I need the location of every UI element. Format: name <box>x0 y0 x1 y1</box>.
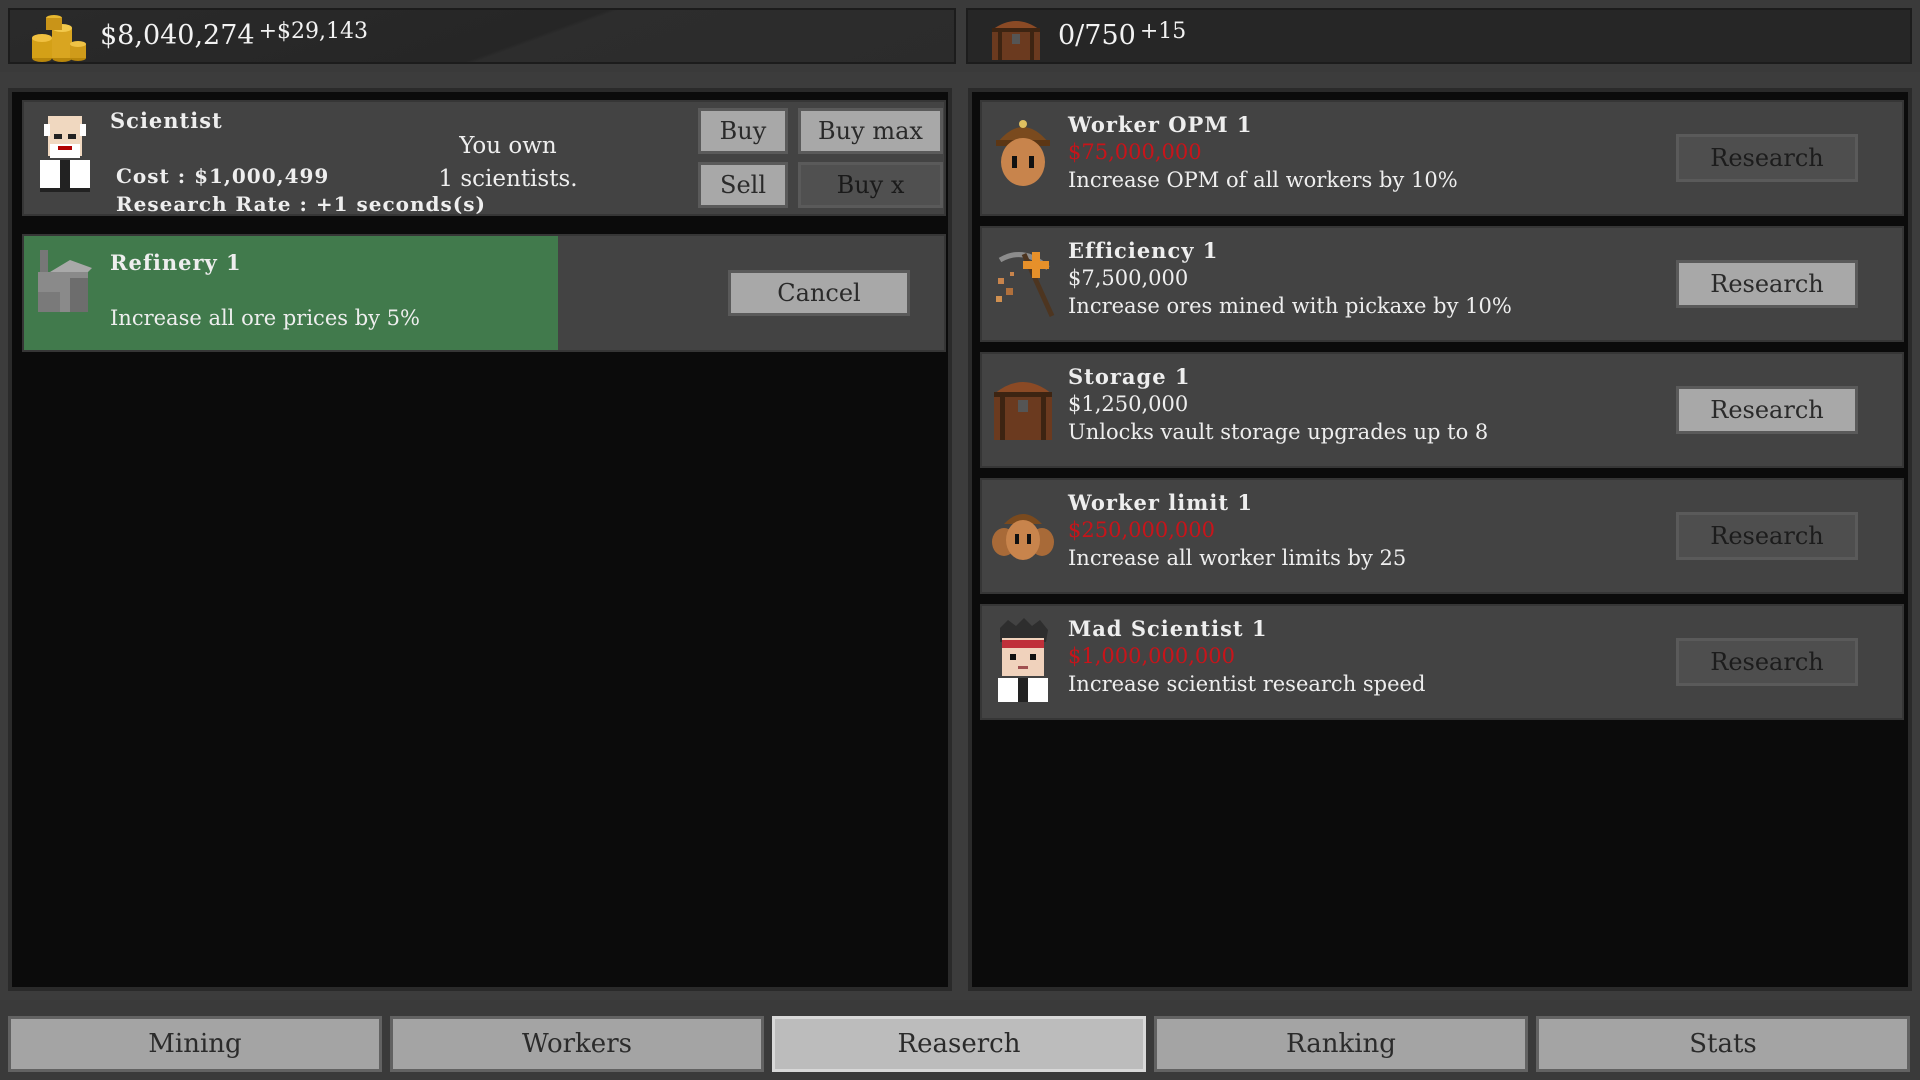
scientist-panel: Scientist Cost : $1,000,499 Research Rat… <box>8 88 952 991</box>
owned-line-1: You own <box>459 133 557 159</box>
research-description: Unlocks vault storage upgrades up to 8 <box>1068 420 1489 444</box>
scientist-cost: Cost : $1,000,499 <box>116 164 330 188</box>
sell-button[interactable]: Sell <box>698 162 788 208</box>
research-list-panel: Worker OPM 1 $75,000,000 Increase OPM of… <box>968 88 1912 991</box>
owned-line-2: 1 scientists. <box>438 166 578 192</box>
research-title: Mad Scientist 1 <box>1068 616 1268 641</box>
research-button[interactable]: Research <box>1676 512 1858 560</box>
research-item-efficiency: Efficiency 1 $7,500,000 Increase ores mi… <box>980 226 1904 342</box>
research-cost: $7,500,000 <box>1068 266 1189 290</box>
money-display: $8,040,274 +$29,143 <box>100 19 369 51</box>
tab-research[interactable]: Reaserch <box>772 1016 1146 1072</box>
active-research-description: Increase all ore prices by 5% <box>110 306 420 330</box>
buy-button[interactable]: Buy <box>698 108 788 154</box>
tab-ranking[interactable]: Ranking <box>1154 1016 1528 1072</box>
coin-stack-icon <box>32 15 86 62</box>
active-research-title: Refinery 1 <box>110 250 242 275</box>
money-delta: +$29,143 <box>258 19 369 44</box>
storage-delta: +15 <box>1139 19 1187 44</box>
research-title: Worker OPM 1 <box>1068 112 1253 137</box>
money-panel: $8,040,274 +$29,143 <box>8 8 956 64</box>
buy-x-button[interactable]: Buy x <box>798 162 943 208</box>
scientist-owned-count: You own 1 scientists. <box>408 130 608 196</box>
money-value: $8,040,274 <box>100 20 255 51</box>
mad-scientist-icon <box>998 618 1048 702</box>
treasure-chest-icon <box>994 382 1052 440</box>
research-button[interactable]: Research <box>1676 386 1858 434</box>
miner-worker-icon <box>996 120 1050 186</box>
scientist-name: Scientist <box>110 108 223 133</box>
refinery-icon <box>38 250 92 312</box>
scientist-portrait-icon <box>40 116 90 192</box>
storage-display: 0/750 +15 <box>1058 19 1187 51</box>
cancel-research-button[interactable]: Cancel <box>728 270 910 316</box>
research-item-worker-opm: Worker OPM 1 $75,000,000 Increase OPM of… <box>980 100 1904 216</box>
active-research-card: Refinery 1 Increase all ore prices by 5%… <box>22 234 946 352</box>
research-description: Increase OPM of all workers by 10% <box>1068 168 1458 192</box>
storage-value: 0/750 <box>1058 20 1136 51</box>
worker-group-icon <box>992 514 1054 560</box>
research-item-worker-limit: Worker limit 1 $250,000,000 Increase all… <box>980 478 1904 594</box>
research-item-mad-scientist: Mad Scientist 1 $1,000,000,000 Increase … <box>980 604 1904 720</box>
pickaxe-plus-icon <box>996 252 1055 318</box>
scientist-card: Scientist Cost : $1,000,499 Research Rat… <box>22 100 946 216</box>
research-cost: $75,000,000 <box>1068 140 1202 164</box>
top-bar: $8,040,274 +$29,143 0/750 +15 <box>0 0 1920 72</box>
tab-mining[interactable]: Mining <box>8 1016 382 1072</box>
research-button[interactable]: Research <box>1676 260 1858 308</box>
research-button[interactable]: Research <box>1676 134 1858 182</box>
research-button[interactable]: Research <box>1676 638 1858 686</box>
tab-workers[interactable]: Workers <box>390 1016 764 1072</box>
research-title: Storage 1 <box>1068 364 1191 389</box>
storage-panel: 0/750 +15 <box>966 8 1912 64</box>
research-item-storage: Storage 1 $1,250,000 Unlocks vault stora… <box>980 352 1904 468</box>
research-description: Increase all worker limits by 25 <box>1068 546 1407 570</box>
treasure-chest-icon <box>992 21 1040 60</box>
research-description: Increase ores mined with pickaxe by 10% <box>1068 294 1512 318</box>
research-description: Increase scientist research speed <box>1068 672 1426 696</box>
tab-stats[interactable]: Stats <box>1536 1016 1910 1072</box>
research-progress-bar <box>24 236 558 350</box>
bottom-tab-bar: Mining Workers Reaserch Ranking Stats <box>0 1000 1920 1080</box>
research-title: Efficiency 1 <box>1068 238 1219 263</box>
research-cost: $250,000,000 <box>1068 518 1215 542</box>
research-cost: $1,250,000 <box>1068 392 1189 416</box>
buy-max-button[interactable]: Buy max <box>798 108 943 154</box>
research-cost: $1,000,000,000 <box>1068 644 1235 668</box>
research-title: Worker limit 1 <box>1068 490 1254 515</box>
